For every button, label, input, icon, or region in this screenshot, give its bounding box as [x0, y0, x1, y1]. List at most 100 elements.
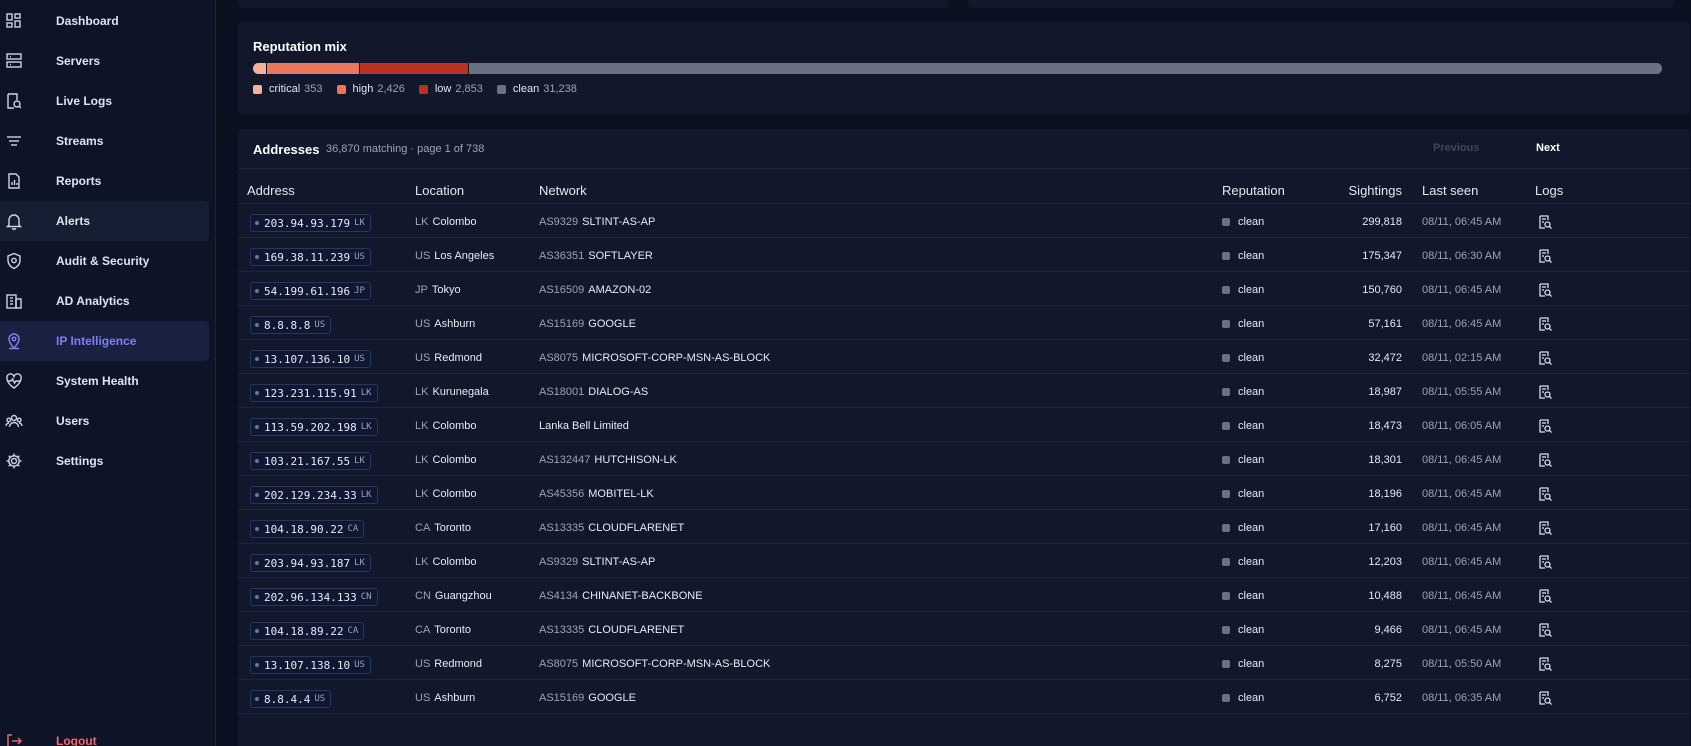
network-name: GOOGLE: [588, 692, 636, 704]
network-asn: AS13335: [539, 522, 585, 534]
sidebar-item-servers[interactable]: Servers: [0, 41, 209, 81]
view-logs-icon[interactable]: [1537, 282, 1553, 298]
column-header-network[interactable]: Network: [539, 183, 587, 198]
ip-address-chip[interactable]: 203.94.93.187 LK: [250, 554, 371, 572]
ip-address-chip[interactable]: 202.96.134.133 CN: [250, 588, 378, 606]
ip-address-chip[interactable]: 113.59.202.198 LK: [250, 418, 378, 436]
sightings-count: 299,818: [1362, 216, 1402, 228]
table-row[interactable]: 202.129.234.33 LK LK Colombo AS45356 MOBITEL-…: [238, 476, 1690, 510]
ip-address-chip[interactable]: 54.199.61.196 JP: [250, 282, 371, 300]
ip-address-chip[interactable]: 104.18.90.22 CA: [250, 520, 365, 538]
column-header-address[interactable]: Address: [247, 183, 295, 198]
ip-address-chip[interactable]: 8.8.8.8 US: [250, 316, 332, 334]
view-logs-icon[interactable]: [1537, 656, 1553, 672]
addresses-meta: 36,870 matching · page 1 of 738: [326, 143, 485, 155]
reputation-label: clean: [1238, 556, 1265, 568]
table-row[interactable]: 169.38.11.239 US US Los Angeles AS36351 SOFTL…: [238, 238, 1690, 272]
ip-country-code: LK: [360, 490, 372, 500]
ip-address-chip[interactable]: 169.38.11.239 US: [250, 248, 371, 266]
ip-address-chip[interactable]: 202.129.234.33 LK: [250, 486, 378, 504]
sidebar-item-audit-security[interactable]: Audit & Security: [0, 241, 209, 281]
column-header-last-seen[interactable]: Last seen: [1422, 183, 1478, 198]
ip-address-chip[interactable]: 103.21.167.55 LK: [250, 452, 371, 470]
view-logs-icon[interactable]: [1537, 588, 1553, 604]
table-row[interactable]: 202.96.134.133 CN CN Guangzhou AS4134 CHINANE…: [238, 578, 1690, 612]
ip-address-chip[interactable]: 13.107.136.10 US: [250, 350, 371, 368]
view-logs-icon[interactable]: [1537, 622, 1553, 638]
view-logs-icon[interactable]: [1537, 486, 1553, 502]
sidebar-item-streams[interactable]: Streams: [0, 121, 209, 161]
sidebar-item-ip-intelligence[interactable]: IP Intelligence: [0, 321, 209, 361]
sidebar-item-alerts[interactable]: Alerts: [0, 201, 209, 241]
table-row[interactable]: 203.94.93.179 LK LK Colombo AS9329 SLTINT-AS-…: [238, 204, 1690, 238]
network-name: MICROSOFT-CORP-MSN-AS-BLOCK: [582, 352, 771, 364]
table-row[interactable]: 203.94.93.187 LK LK Colombo AS9329 SLTINT-AS-…: [238, 544, 1690, 578]
location-cell: CA Toronto: [415, 624, 471, 636]
location-cell: LK Colombo: [415, 420, 477, 432]
view-logs-icon[interactable]: [1537, 316, 1553, 332]
sidebar-item-reports[interactable]: Reports: [0, 161, 209, 201]
ip-address-chip[interactable]: 203.94.93.179 LK: [250, 214, 371, 232]
view-logs-icon[interactable]: [1537, 248, 1553, 264]
location-cell: LK Colombo: [415, 556, 477, 568]
location-country-code: US: [415, 250, 431, 262]
legend-value: 2,426: [377, 83, 405, 95]
sidebar-item-users[interactable]: Users: [0, 401, 209, 441]
view-logs-icon[interactable]: [1537, 214, 1553, 230]
reputation-cell: clean: [1222, 386, 1264, 398]
table-row[interactable]: 104.18.90.22 CA CA Toronto AS13335 CLOUDFLARE…: [238, 510, 1690, 544]
last-seen-time: 08/11, 06:05 AM: [1422, 420, 1502, 432]
sidebar-item-dashboard[interactable]: Dashboard: [0, 1, 209, 41]
sidebar-item-live-logs[interactable]: Live Logs: [0, 81, 209, 121]
ip-address-chip[interactable]: 104.18.89.22 CA: [250, 622, 365, 640]
network-cell: AS13335 CLOUDFLARENET: [539, 624, 684, 636]
column-header-reputation[interactable]: Reputation: [1222, 183, 1285, 198]
column-header-sightings[interactable]: Sightings: [1349, 183, 1402, 198]
sidebar-item-ad-analytics[interactable]: AD Analytics: [0, 281, 209, 321]
sightings-count: 18,196: [1368, 488, 1402, 500]
table-row[interactable]: 8.8.4.4 US US Ashburn AS15169 GOOGLE clean 6,75…: [238, 680, 1690, 714]
ip-address-chip[interactable]: 123.231.115.91 LK: [250, 384, 378, 402]
ip-address: 13.107.138.10: [264, 658, 351, 672]
top-card-right: [968, 0, 1674, 8]
table-row[interactable]: 113.59.202.198 LK LK Colombo Lanka Bell Limi…: [238, 408, 1690, 442]
view-logs-icon[interactable]: [1537, 520, 1553, 536]
status-dot: [255, 527, 259, 531]
table-row[interactable]: 8.8.8.8 US US Ashburn AS15169 GOOGLE clean 57,1…: [238, 306, 1690, 340]
logout-label: Logout: [56, 734, 97, 746]
ip-address-chip[interactable]: 8.8.4.4 US: [250, 690, 332, 708]
table-row[interactable]: 54.199.61.196 JP JP Tokyo AS16509 AMAZON-02 cl…: [238, 272, 1690, 306]
location-city: Redmond: [434, 658, 482, 670]
location-city: Colombo: [432, 216, 477, 228]
view-logs-icon[interactable]: [1537, 418, 1553, 434]
view-logs-icon[interactable]: [1537, 690, 1553, 706]
legend-item-high: high 2,426: [336, 83, 405, 95]
view-logs-icon[interactable]: [1537, 384, 1553, 400]
reputation-swatch: [1222, 422, 1230, 430]
sidebar-item-system-health[interactable]: System Health: [0, 361, 209, 401]
previous-page-button[interactable]: Previous: [1433, 142, 1479, 154]
column-header-location[interactable]: Location: [415, 183, 464, 198]
legend-value: 31,238: [543, 83, 577, 95]
location-city: Ashburn: [434, 692, 476, 704]
ip-country-code: JP: [354, 286, 365, 296]
table-row[interactable]: 13.107.138.10 US US Redmond AS8075 MICROSOFT-…: [238, 646, 1690, 680]
location-country-code: LK: [415, 454, 429, 466]
logout-button[interactable]: Logout: [0, 721, 209, 746]
ip-address: 104.18.89.22: [264, 624, 344, 638]
table-row[interactable]: 103.21.167.55 LK LK Colombo AS132447 HUTCHISO…: [238, 442, 1690, 476]
reputation-label: clean: [1238, 318, 1265, 330]
view-logs-icon[interactable]: [1537, 350, 1553, 366]
ip-address: 123.231.115.91: [264, 386, 357, 400]
table-row[interactable]: 104.18.89.22 CA CA Toronto AS13335 CLOUDFLARE…: [238, 612, 1690, 646]
table-row[interactable]: 123.231.115.91 LK LK Kurunegala AS18001 DIALO…: [238, 374, 1690, 408]
table-row[interactable]: 13.107.136.10 US US Redmond AS8075 MICROSOFT-…: [238, 340, 1690, 374]
location-city: Toronto: [434, 522, 471, 534]
ip-address-chip[interactable]: 13.107.138.10 US: [250, 656, 371, 674]
next-page-button[interactable]: Next: [1536, 142, 1560, 154]
sidebar-item-settings[interactable]: Settings: [0, 441, 209, 481]
sidebar-item-label: Users: [56, 414, 90, 428]
view-logs-icon[interactable]: [1537, 554, 1553, 570]
view-logs-icon[interactable]: [1537, 452, 1553, 468]
addresses-card: Addresses 36,870 matching · page 1 of 73…: [238, 129, 1690, 746]
